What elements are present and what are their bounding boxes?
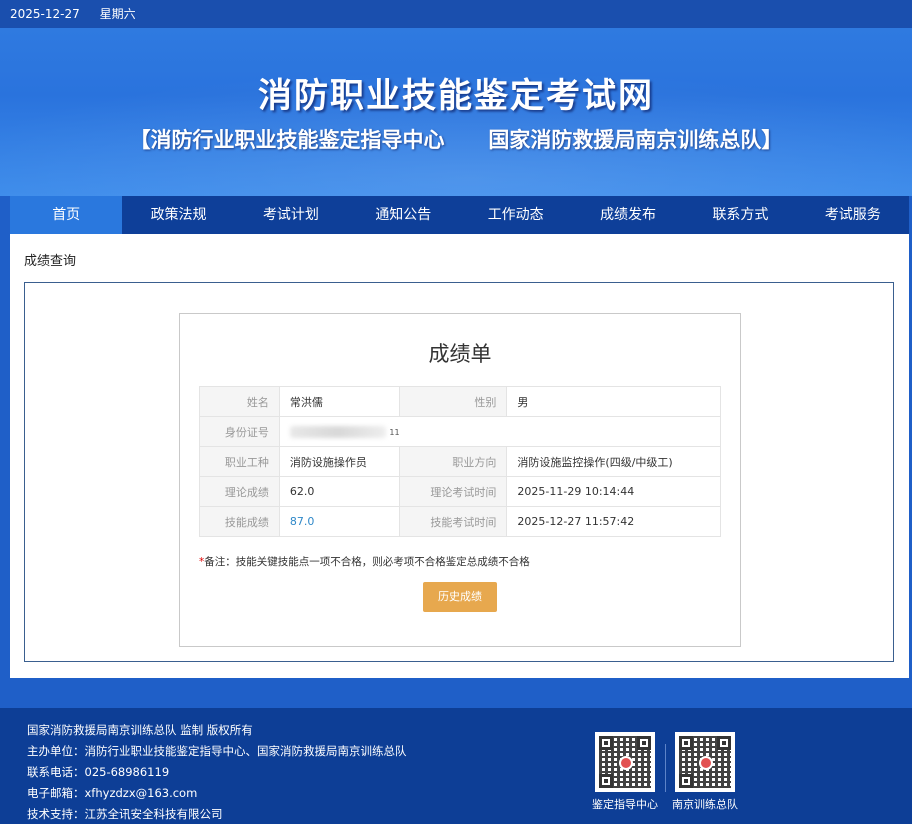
redacted-id-blur <box>289 426 386 438</box>
nav-item-exam-plan[interactable]: 考试计划 <box>235 196 347 234</box>
job-type-label: 职业工种 <box>199 446 280 477</box>
qr-code-icon <box>675 732 735 792</box>
name-label: 姓名 <box>199 386 280 417</box>
job-direction-label: 职业方向 <box>398 446 508 477</box>
skill-time-value: 2025-12-27 11:57:42 <box>506 506 721 537</box>
remark-note: *备注：技能关键技能点一项不合格，则必考项不合格鉴定总成绩不合格 <box>199 554 530 569</box>
nav-item-results[interactable]: 成绩发布 <box>572 196 684 234</box>
table-row: 职业工种 消防设施操作员 职业方向 消防设施监控操作(四级/中级工) <box>199 446 721 477</box>
skill-time-label: 技能考试时间 <box>398 506 508 537</box>
footer-email: 电子邮箱：xfhyzdzx@163.com <box>27 786 198 800</box>
qr-guidance-center-label: 鉴定指导中心 <box>592 798 658 811</box>
job-type-value: 消防设施操作员 <box>278 446 400 477</box>
qr-guidance-center[interactable]: 鉴定指导中心 <box>592 732 658 812</box>
nav-item-home[interactable]: 首页 <box>10 196 123 234</box>
table-row: 姓名 常洪儒 性别 男 <box>199 386 721 417</box>
nav-item-notices[interactable]: 通知公告 <box>347 196 459 234</box>
theory-score-value: 62.0 <box>278 476 400 507</box>
footer-info: 国家消防救援局南京训练总队 监制 版权所有 主办单位：消防行业职业技能鉴定指导中… <box>27 720 407 824</box>
name-value: 常洪儒 <box>278 386 400 417</box>
footer-tech-support: 技术支持：江苏全讯安全科技有限公司 <box>27 807 223 821</box>
history-scores-button[interactable]: 历史成绩 <box>423 582 497 612</box>
nav-item-exam-service[interactable]: 考试服务 <box>797 196 909 234</box>
gender-value: 男 <box>506 386 721 417</box>
table-row: 理论成绩 62.0 理论考试时间 2025-11-29 10:14:44 <box>199 476 721 507</box>
score-card-title: 成绩单 <box>428 342 492 366</box>
gender-label: 性别 <box>398 386 508 417</box>
qr-nanjing-corps[interactable]: 南京训练总队 <box>672 732 738 812</box>
skill-score-label: 技能成绩 <box>199 506 280 537</box>
breadcrumb: 成绩查询 <box>24 254 77 269</box>
result-frame: 成绩单 姓名 常洪儒 性别 男 身份证号 11 职业工种 消防设施操作员 职业方… <box>24 282 894 662</box>
nav-item-policy[interactable]: 政策法规 <box>122 196 234 234</box>
site-subtitle: 【消防行业职业技能鉴定指导中心 国家消防救援局南京训练总队】 <box>129 128 783 152</box>
footer-organizer: 主办单位：消防行业职业技能鉴定指导中心、国家消防救援局南京训练总队 <box>27 744 407 758</box>
main-nav: 首页 政策法规 考试计划 通知公告 工作动态 成绩发布 联系方式 考试服务 <box>10 196 909 234</box>
id-number-label: 身份证号 <box>199 416 280 447</box>
main-content: 成绩查询 成绩单 姓名 常洪儒 性别 男 身份证号 11 职业工种 消防设施操作… <box>10 234 909 678</box>
header-banner: 消防职业技能鉴定考试网 【消防行业职业技能鉴定指导中心 国家消防救援局南京训练总… <box>0 28 912 196</box>
score-card: 成绩单 姓名 常洪儒 性别 男 身份证号 11 职业工种 消防设施操作员 职业方… <box>179 313 741 647</box>
theory-time-label: 理论考试时间 <box>398 476 508 507</box>
top-date-bar: 2025-12-27 星期六 <box>0 0 912 28</box>
remark-text: 备注：技能关键技能点一项不合格，则必考项不合格鉴定总成绩不合格 <box>204 556 530 568</box>
theory-score-label: 理论成绩 <box>199 476 280 507</box>
theory-time-value: 2025-11-29 10:14:44 <box>506 476 721 507</box>
id-number-value: 11 <box>278 416 722 447</box>
table-row: 技能成绩 87.0 技能考试时间 2025-12-27 11:57:42 <box>199 506 721 537</box>
current-date: 2025-12-27 <box>10 7 80 21</box>
skill-score-value: 87.0 <box>278 506 400 537</box>
nav-item-work-news[interactable]: 工作动态 <box>460 196 572 234</box>
nav-item-contact[interactable]: 联系方式 <box>684 196 796 234</box>
site-title: 消防职业技能鉴定考试网 <box>258 76 654 116</box>
table-row: 身份证号 11 <box>199 416 722 447</box>
footer: 国家消防救援局南京训练总队 监制 版权所有 主办单位：消防行业职业技能鉴定指导中… <box>0 708 912 824</box>
score-table: 姓名 常洪儒 性别 男 身份证号 11 职业工种 消防设施操作员 职业方向 消防… <box>199 386 722 537</box>
current-weekday: 星期六 <box>99 7 136 21</box>
qr-nanjing-corps-label: 南京训练总队 <box>672 798 738 811</box>
footer-copyright: 国家消防救援局南京训练总队 监制 版权所有 <box>27 723 253 737</box>
id-number-tail: 11 <box>389 428 400 437</box>
qr-divider <box>665 744 666 792</box>
qr-code-icon <box>595 732 655 792</box>
job-direction-value: 消防设施监控操作(四级/中级工) <box>506 446 721 477</box>
footer-phone: 联系电话：025-68986119 <box>27 765 170 779</box>
